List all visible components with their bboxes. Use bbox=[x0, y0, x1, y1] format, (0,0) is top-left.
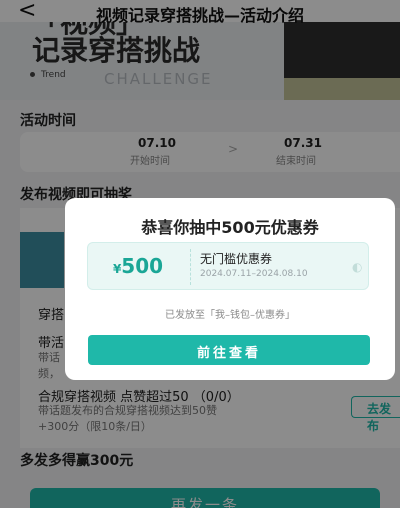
issued-to-wallet-note: 已发放至「我–钱包–优惠券」 bbox=[165, 310, 295, 321]
coupon-divider bbox=[190, 249, 191, 285]
ticket-icon: ◐ bbox=[352, 260, 363, 274]
coupon-card: ¥500 无门槛优惠券 2024.07.11–2024.08.10 ◐ bbox=[87, 242, 369, 290]
coupon-value: 500 bbox=[121, 254, 164, 278]
coupon-prize-modal: 恭喜你抽中500元优惠券 ¥500 无门槛优惠券 2024.07.11–2024… bbox=[65, 198, 395, 380]
modal-title: 恭喜你抽中500元优惠券 bbox=[141, 218, 319, 237]
coupon-name: 无门槛优惠券 bbox=[200, 252, 273, 266]
coupon-validity-period: 2024.07.11–2024.08.10 bbox=[200, 269, 308, 279]
go-view-button[interactable]: 前往查看 bbox=[88, 335, 370, 365]
coupon-amount: ¥500 bbox=[88, 254, 188, 278]
